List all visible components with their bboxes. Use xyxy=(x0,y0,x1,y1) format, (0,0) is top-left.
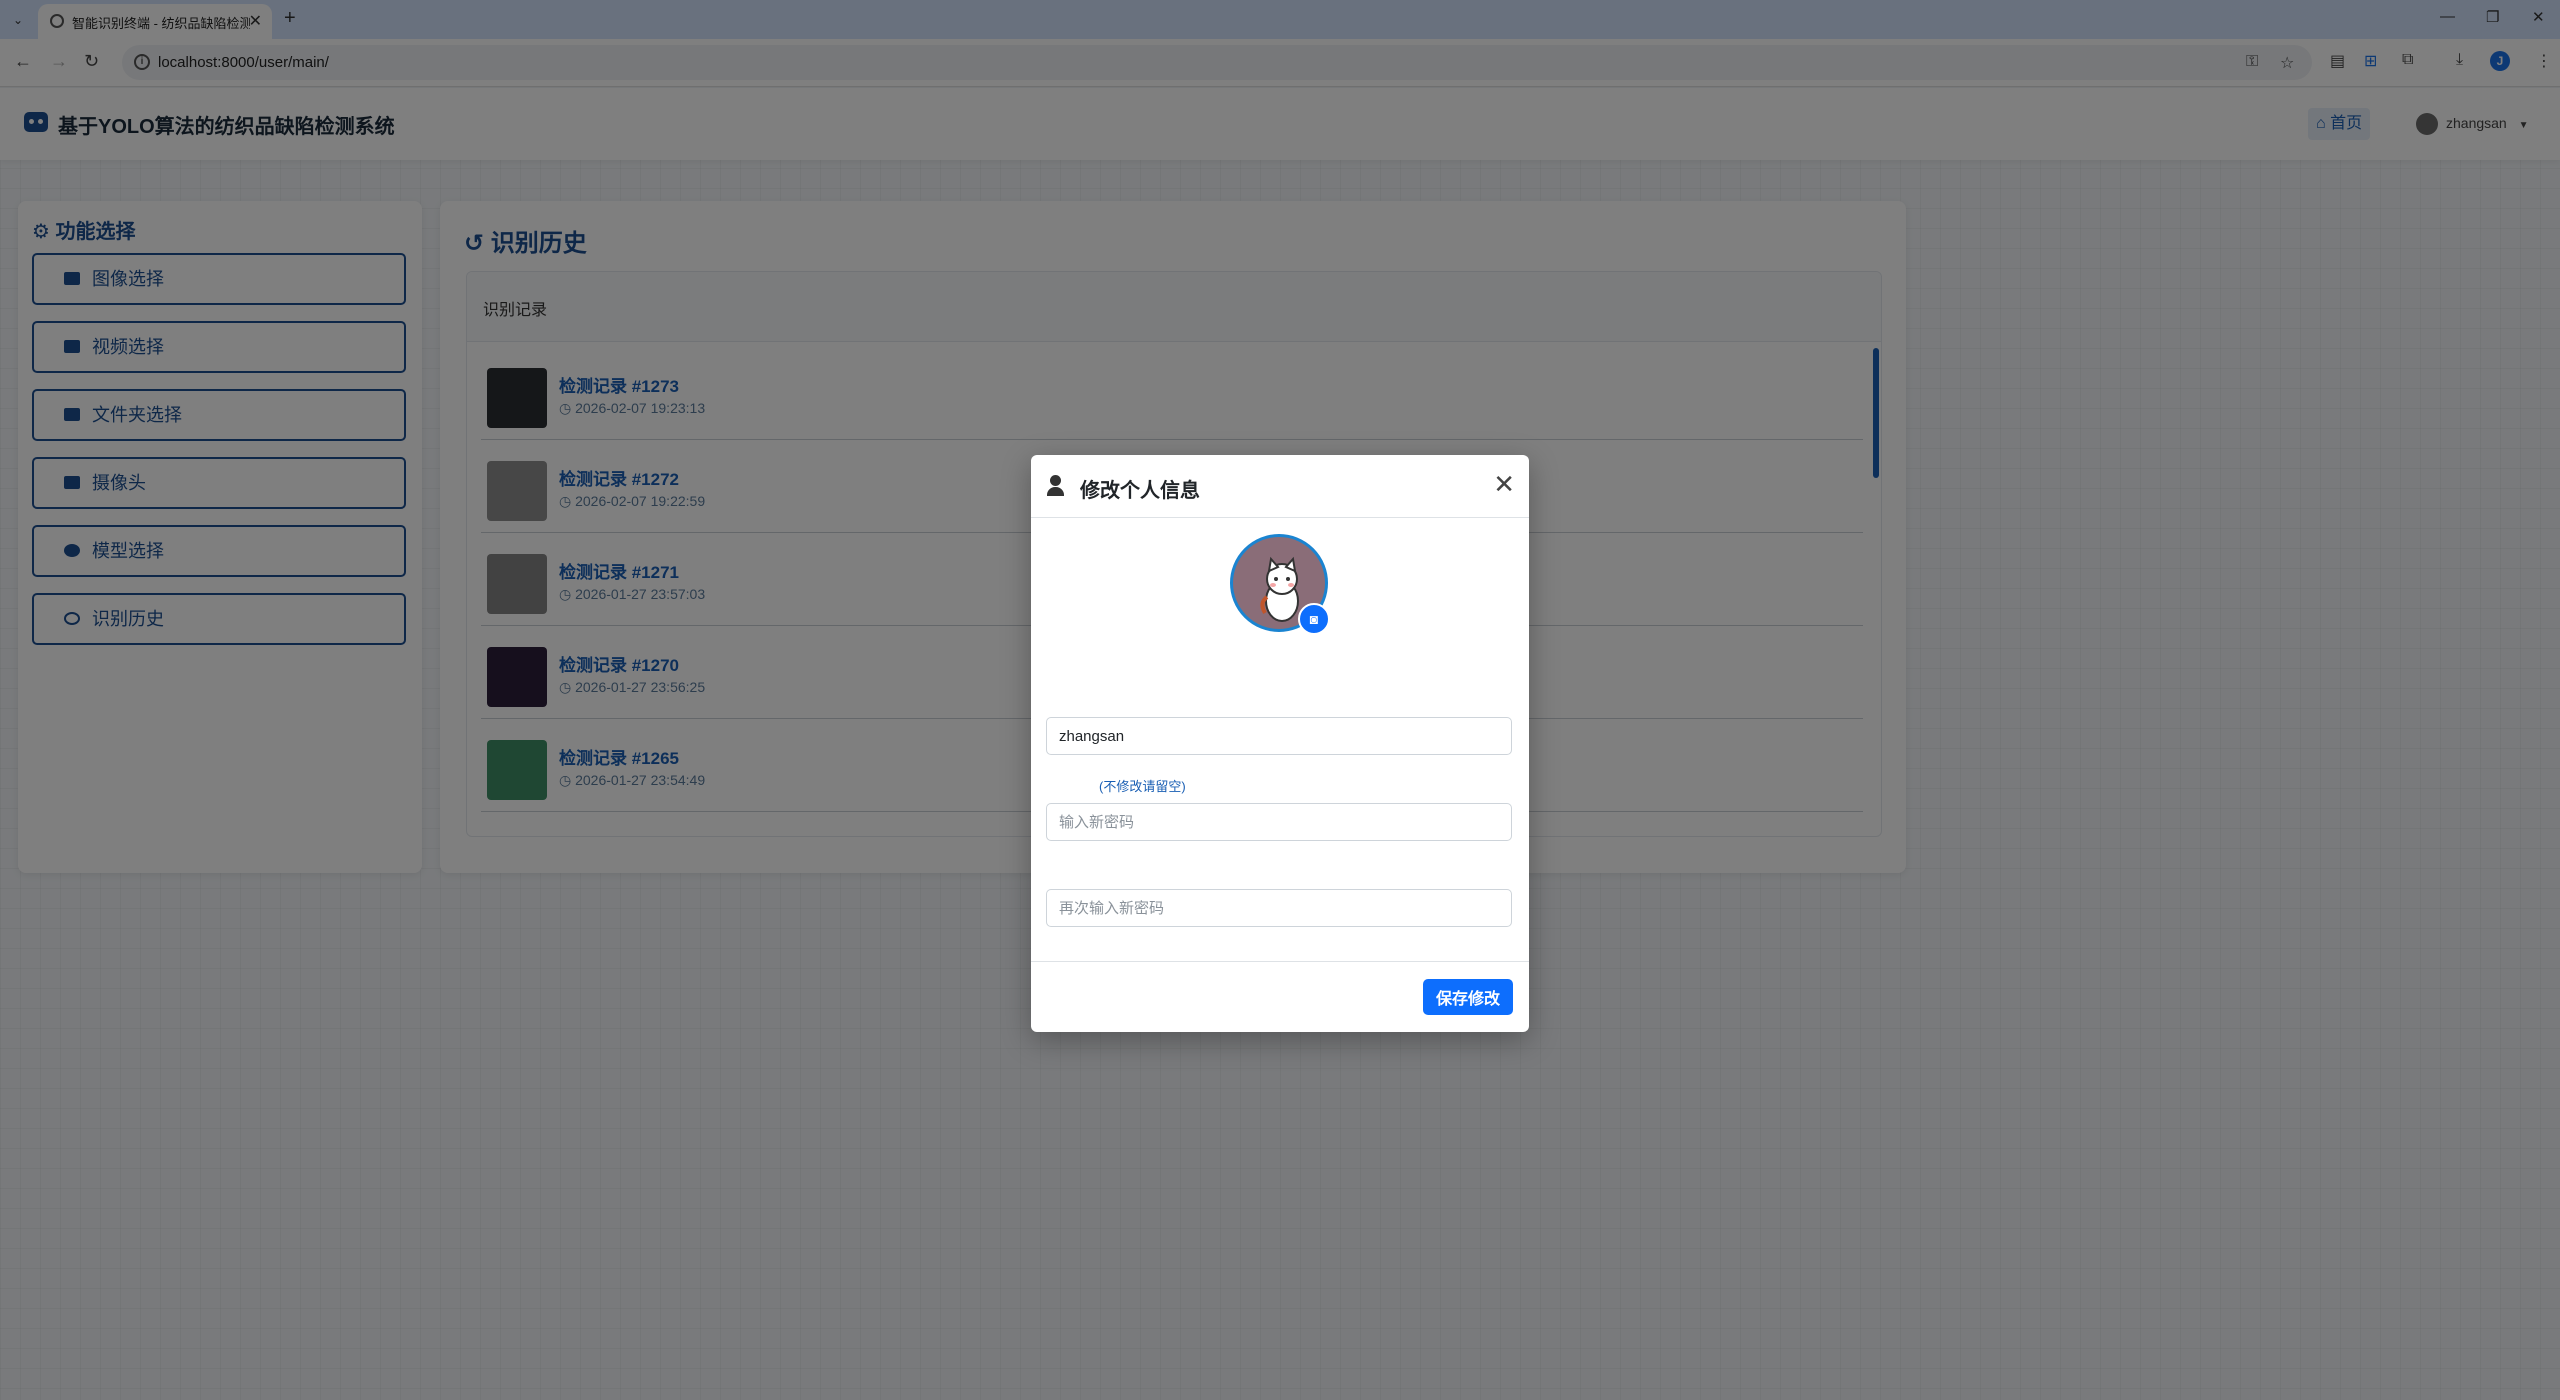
confirm-password-field[interactable] xyxy=(1046,889,1512,927)
password-hint: (不修改请留空) xyxy=(1099,779,1186,794)
new-password-field[interactable] xyxy=(1046,803,1512,841)
change-avatar-camera-icon[interactable]: ◙ xyxy=(1298,603,1330,635)
modal-title: 修改个人信息 xyxy=(1080,480,1200,502)
close-icon[interactable]: ✕ xyxy=(1493,469,1515,499)
edit-profile-modal: 修改个人信息 ✕ ◙ (不修改请留空) 保存修改 xyxy=(1031,455,1529,1032)
modal-header: 修改个人信息 ✕ xyxy=(1031,455,1529,518)
user-edit-icon xyxy=(1047,475,1071,497)
modal-footer: 保存修改 xyxy=(1031,961,1529,1032)
username-field[interactable] xyxy=(1046,717,1512,755)
save-button[interactable]: 保存修改 xyxy=(1423,979,1513,1015)
